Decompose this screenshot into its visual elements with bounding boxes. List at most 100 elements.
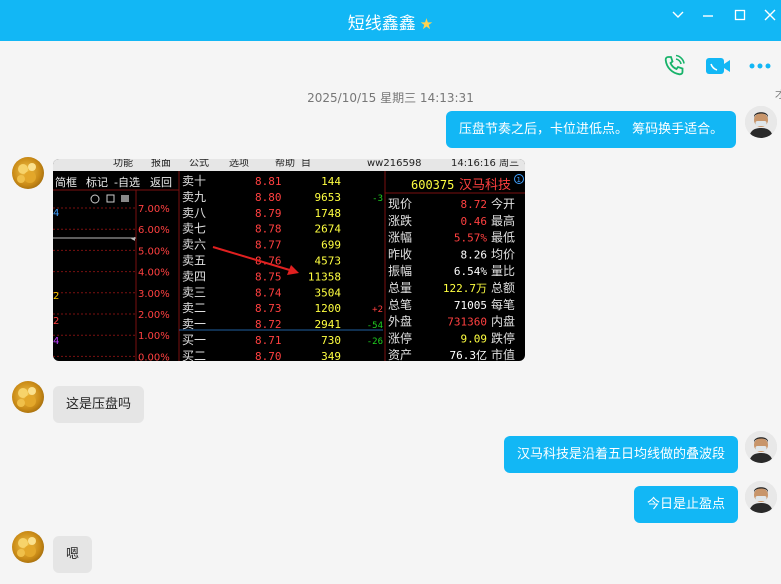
orderbook-price: 8.74: [255, 286, 282, 299]
quote-label-right: 今开: [491, 196, 515, 211]
orderbook-price: 8.77: [255, 239, 282, 252]
frame-icon: [106, 194, 115, 203]
ticker-name: 汉马科技: [459, 178, 511, 193]
video-call-icon[interactable]: [705, 54, 731, 82]
left-margin-mark: 4: [53, 208, 59, 219]
orderbook-volume: 11358: [308, 270, 341, 283]
title-bar: 短线鑫鑫 ★: [0, 0, 781, 41]
pct-tick-label: 4.00%: [138, 268, 170, 279]
quote-label: 昨收: [388, 247, 412, 261]
quote-label: 资产: [388, 348, 412, 361]
orderbook-label: 卖一: [182, 317, 206, 331]
more-icon[interactable]: [748, 58, 772, 77]
orderbook-label: 卖四: [182, 269, 206, 283]
pct-tick-label: 3.00%: [138, 289, 170, 300]
orderbook-label: 卖七: [182, 222, 206, 236]
quote-value: 122.7万: [443, 282, 487, 295]
quote-value: 731360: [447, 316, 487, 329]
quote-label: 外盘: [388, 314, 412, 329]
orderbook-volume: 9653: [315, 191, 342, 204]
close-icon[interactable]: [759, 8, 781, 26]
orderbook-volume: 2674: [315, 223, 342, 236]
orderbook-label: 买一: [182, 333, 206, 347]
orderbook-price: 8.79: [255, 207, 282, 220]
message-bubble[interactable]: 压盘节奏之后，卡位进低点。 筹码换手适合。: [446, 111, 737, 148]
my-avatar[interactable]: [745, 481, 777, 513]
quote-value: 8.26: [461, 248, 488, 261]
orderbook-volume: 2941: [315, 318, 342, 331]
orderbook-price: 8.71: [255, 334, 282, 347]
quote-label: 现价: [388, 197, 412, 211]
contact-avatar[interactable]: [12, 531, 44, 563]
pct-tick-label: 2.00%: [138, 310, 170, 321]
orderbook-label: 买二: [182, 349, 206, 361]
orderbook-price: 8.73: [255, 302, 282, 315]
contact-avatar[interactable]: [12, 157, 44, 189]
orderbook-volume: 1748: [315, 207, 342, 220]
orderbook-change: -3: [372, 194, 383, 204]
orderbook-change: -26: [367, 337, 383, 347]
message-timestamp: 2025/10/15 星期三 14:13:31: [307, 91, 474, 105]
orderbook-price: 8.70: [255, 350, 282, 361]
quote-label: 总量: [388, 281, 412, 295]
quote-label: 振幅: [388, 263, 412, 278]
orderbook-price: 8.78: [255, 223, 282, 236]
quote-label-right: 跌停: [491, 330, 515, 345]
quote-label-right: 最高: [491, 213, 515, 228]
trading-panel-graphics: 7.00% 6.00% 5.00% 4.00% 3.00% 2.00% 1.00% 0.00%…: [53, 171, 525, 361]
orderbook-change: +2: [372, 305, 383, 315]
info-icon-glyph: 1: [517, 176, 521, 184]
chevron-down-icon[interactable]: [667, 8, 689, 26]
orderbook-volume: 3504: [315, 286, 342, 299]
contact-avatar[interactable]: [12, 381, 44, 413]
contact-name: 短线鑫鑫: [347, 14, 416, 34]
quote-label-right: 市值: [491, 347, 515, 361]
quote-value: 71005: [454, 299, 487, 312]
quote-label-right: 均价: [491, 247, 515, 261]
pct-tick-label: 6.00%: [138, 225, 170, 236]
stock-screenshot-image[interactable]: 功能 报面 公式 选项 帮助 目 ww216598 14:16:16 周三 简框…: [53, 159, 525, 361]
orderbook-label: 卖二: [182, 301, 206, 315]
quote-label-right: 总额: [491, 281, 515, 295]
orderbook-price: 8.81: [255, 175, 282, 188]
orderbook-label: 卖六: [182, 238, 206, 252]
orderbook-label: 卖十: [182, 174, 206, 188]
quote-label: 涨幅: [388, 230, 412, 245]
phone-icon[interactable]: [662, 54, 686, 82]
ticker-code: 600375: [411, 178, 454, 192]
orderbook-volume: 730: [321, 334, 341, 347]
left-margin-mark: 4: [53, 336, 59, 347]
quote-value: 76.3亿: [450, 349, 488, 361]
my-avatar[interactable]: [745, 431, 777, 463]
my-avatar[interactable]: [745, 106, 777, 138]
pct-tick-label: 1.00%: [138, 331, 170, 342]
orderbook-volume: 349: [321, 350, 341, 361]
orderbook-label: 卖三: [182, 285, 206, 299]
chat-title: 短线鑫鑫 ★: [0, 9, 781, 34]
quote-label-right: 每笔: [491, 297, 515, 312]
star-badge-icon: ★: [419, 15, 434, 33]
quote-value: 9.09: [461, 332, 488, 345]
quote-label-right: 内盘: [491, 314, 515, 329]
orderbook-volume: 1200: [315, 302, 342, 315]
pct-tick-label: 7.00%: [138, 204, 170, 215]
panel-icon: [121, 195, 129, 202]
message-bubble[interactable]: 嗯: [53, 536, 93, 573]
message-bubble[interactable]: 汉马科技是沿着五日均线做的叠波段: [504, 436, 739, 473]
quote-label: 涨停: [388, 330, 412, 345]
minimize-icon[interactable]: [697, 8, 719, 26]
quote-value: 8.72: [461, 198, 488, 211]
price-line-marker: ◂: [131, 234, 135, 243]
orderbook-price: 8.72: [255, 318, 282, 331]
pct-tick-label: 0.00%: [138, 352, 170, 361]
quote-value: 0.46: [461, 215, 488, 228]
orderbook-volume: 699: [321, 239, 341, 252]
message-bubble[interactable]: 这是压盘吗: [53, 386, 145, 423]
orderbook-label: 卖五: [182, 254, 206, 268]
message-bubble[interactable]: 今日是止盈点: [634, 486, 739, 523]
zoom-in-icon: [90, 194, 100, 204]
left-margin-mark: 2: [53, 316, 59, 327]
clipped-text: 才: [775, 90, 781, 101]
maximize-icon[interactable]: [729, 8, 751, 26]
pct-tick-label: 5.00%: [138, 246, 170, 257]
